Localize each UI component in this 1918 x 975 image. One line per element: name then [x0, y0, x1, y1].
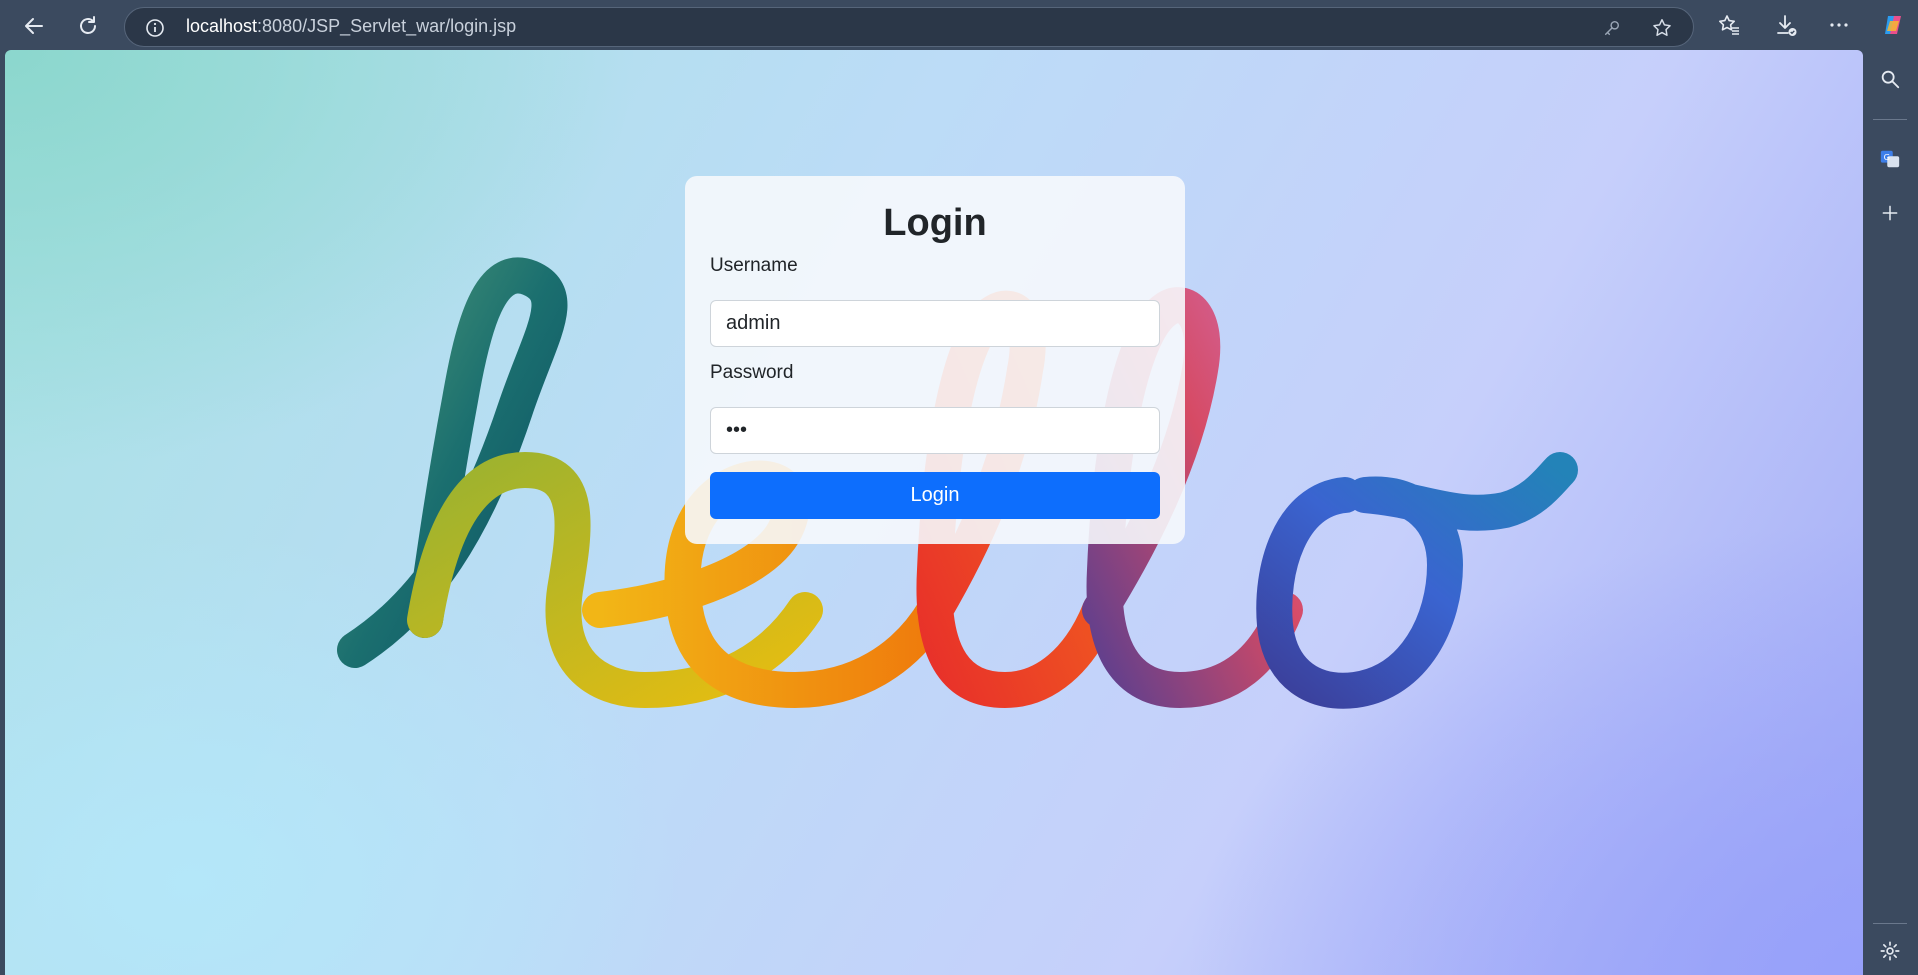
- sidebar-add-button[interactable]: [1875, 198, 1905, 228]
- favorite-button[interactable]: [1651, 17, 1673, 39]
- browser-sidebar: G: [1863, 50, 1918, 975]
- login-title: Login: [883, 202, 987, 244]
- sidebar-search-button[interactable]: [1875, 64, 1905, 94]
- sidebar-divider-bottom: [1873, 923, 1907, 924]
- refresh-button[interactable]: [70, 8, 106, 44]
- password-label: Password: [710, 362, 794, 383]
- browser-toolbar: localhost:8080/JSP_Servlet_war/login.jsp: [0, 0, 1918, 50]
- search-icon: [1881, 70, 1900, 89]
- sidebar-settings-button[interactable]: [1875, 936, 1905, 966]
- back-button[interactable]: [16, 8, 52, 44]
- more-icon: [1830, 23, 1848, 27]
- more-button[interactable]: [1824, 10, 1854, 40]
- key-icon: [1604, 20, 1620, 36]
- username-label: Username: [710, 255, 798, 276]
- sidebar-translate-button[interactable]: G: [1875, 144, 1905, 174]
- page-viewport: hello: [5, 50, 1863, 975]
- settings-icon: [1880, 941, 1900, 961]
- back-icon: [25, 18, 43, 34]
- address-bar[interactable]: localhost:8080/JSP_Servlet_war/login.jsp: [124, 7, 1694, 47]
- sidebar-divider: [1873, 119, 1907, 120]
- login-card: Login Username Password Login: [685, 176, 1185, 544]
- favorites-button[interactable]: [1714, 10, 1744, 40]
- downloads-button[interactable]: [1771, 10, 1801, 40]
- copilot-button[interactable]: [1878, 10, 1908, 40]
- copilot-icon: [1885, 16, 1901, 34]
- username-input[interactable]: [710, 300, 1160, 347]
- refresh-icon: [80, 16, 96, 34]
- url-text[interactable]: localhost:8080/JSP_Servlet_war/login.jsp: [186, 16, 516, 37]
- url-host: localhost: [186, 16, 258, 36]
- password-input[interactable]: [710, 407, 1160, 454]
- url-path: :8080/JSP_Servlet_war/login.jsp: [257, 16, 517, 36]
- login-button[interactable]: Login: [710, 472, 1160, 519]
- plus-icon: [1882, 205, 1898, 221]
- downloads-icon: [1777, 15, 1797, 36]
- translate-icon: G: [1880, 150, 1900, 168]
- password-key-button[interactable]: [1601, 17, 1623, 39]
- star-icon: [1653, 19, 1671, 36]
- info-icon[interactable]: [145, 18, 165, 38]
- svg-text:G: G: [1884, 152, 1890, 162]
- favorites-icon: [1719, 15, 1739, 35]
